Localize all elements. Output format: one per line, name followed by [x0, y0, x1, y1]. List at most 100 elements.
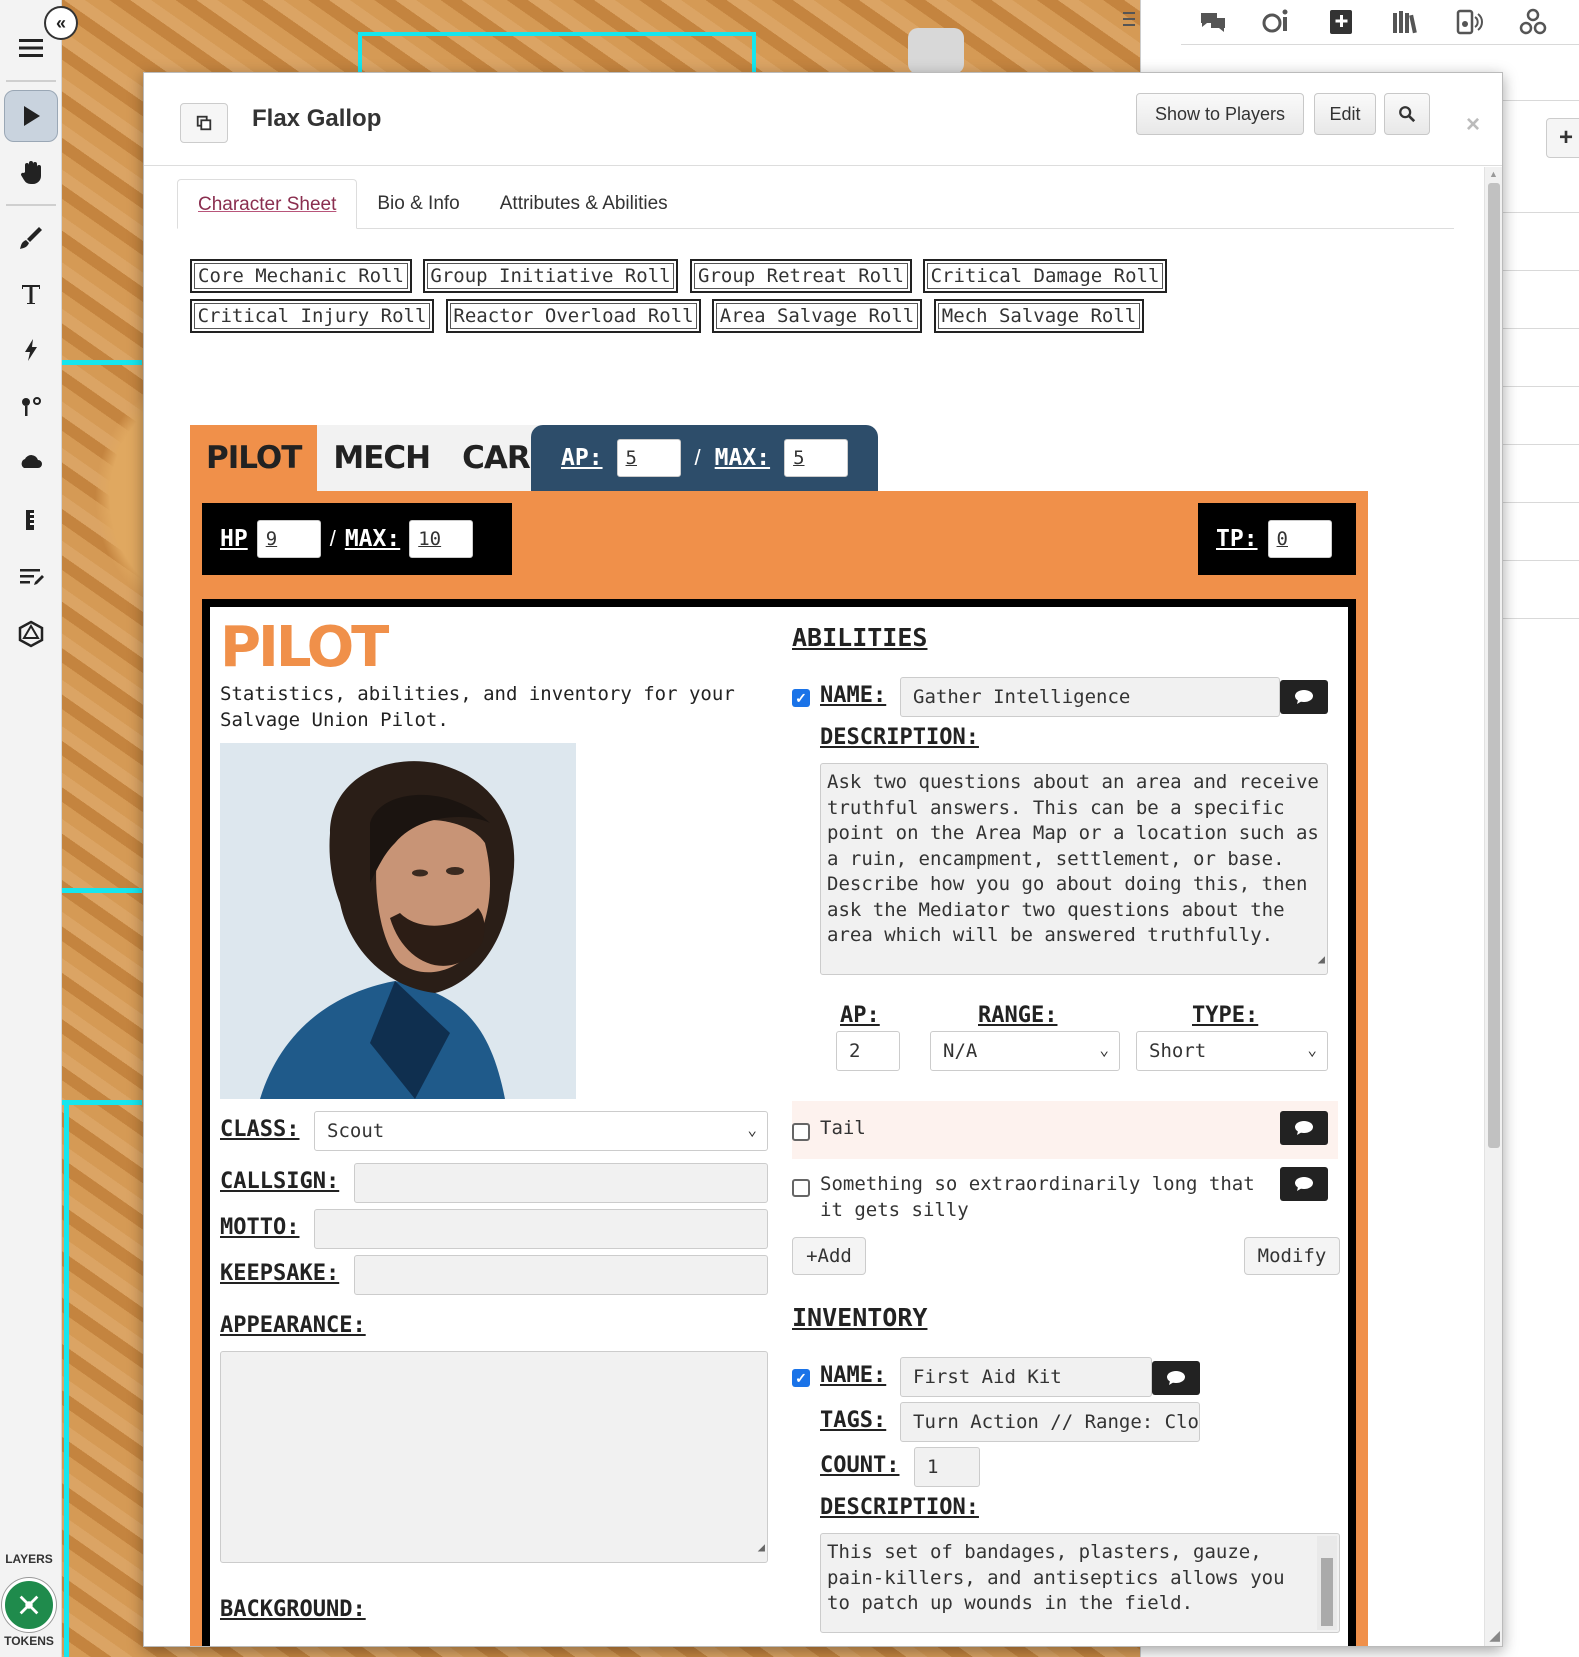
- tokens-label: TOKENS: [4, 1634, 54, 1648]
- dialog-header[interactable]: Flax Gallop Show to Players Edit ×: [144, 73, 1502, 166]
- map-token-outline: [62, 1100, 142, 1105]
- critical-damage-roll-button[interactable]: Critical Damage Roll: [923, 259, 1167, 293]
- map-token-icon[interactable]: [908, 28, 964, 74]
- resize-handle-icon[interactable]: ◢: [758, 1535, 765, 1561]
- dice-tray-icon[interactable]: [1516, 5, 1550, 39]
- popout-icon[interactable]: [180, 103, 228, 143]
- ability-chat-button[interactable]: [1280, 1167, 1328, 1201]
- ability-name-input[interactable]: Gather Intelligence: [900, 677, 1280, 717]
- tab-pilot[interactable]: PILOT: [190, 425, 318, 491]
- add-button[interactable]: +: [1546, 118, 1579, 158]
- modify-abilities-button[interactable]: Modify: [1244, 1237, 1340, 1275]
- inventory-count-input[interactable]: 1: [914, 1447, 980, 1487]
- inventory-count-label: COUNT:: [820, 1453, 900, 1478]
- dialog-resize-handle[interactable]: ◢: [1489, 1627, 1500, 1644]
- callsign-input[interactable]: [354, 1163, 768, 1203]
- ability-type-select[interactable]: Short ⌄: [1136, 1031, 1328, 1071]
- tp-label[interactable]: TP:: [1216, 526, 1258, 552]
- search-icon[interactable]: [1384, 93, 1430, 135]
- callsign-label: CALLSIGN:: [220, 1169, 340, 1194]
- lightning-icon[interactable]: [4, 324, 58, 376]
- textarea-scrollbar[interactable]: [1317, 1536, 1337, 1630]
- appearance-textarea[interactable]: ◢: [220, 1351, 768, 1563]
- dialog-scrollbar[interactable]: ▲: [1484, 167, 1502, 1646]
- dice-icon[interactable]: [4, 608, 58, 660]
- notes-icon[interactable]: [4, 550, 58, 602]
- tab-character-sheet[interactable]: Character Sheet: [177, 179, 358, 229]
- hp-max-label: MAX:: [344, 526, 401, 552]
- brush-icon[interactable]: [4, 212, 58, 264]
- background-label: BACKGROUND:: [220, 1597, 366, 1622]
- hp-max-input[interactable]: 10: [409, 520, 474, 558]
- ability-name: Tail: [820, 1117, 866, 1139]
- ability-name: Something so extraordinarily long that i…: [820, 1173, 1255, 1221]
- group-initiative-roll-button[interactable]: Group Initiative Roll: [423, 259, 678, 293]
- class-select[interactable]: Scout ⌄: [314, 1111, 768, 1151]
- ability-chat-button[interactable]: [1280, 1111, 1328, 1145]
- map-token-outline: [64, 1100, 69, 1657]
- inventory-description-textarea[interactable]: This set of bandages, plasters, gauze, p…: [820, 1533, 1340, 1633]
- motto-input[interactable]: [314, 1209, 768, 1249]
- chevron-down-icon: ⌄: [1099, 1040, 1109, 1059]
- inventory-chat-button[interactable]: [1152, 1361, 1200, 1395]
- speech-bubble-icon: [1167, 1371, 1185, 1385]
- pilot-portrait[interactable]: [220, 743, 576, 1099]
- group-retreat-roll-button[interactable]: Group Retreat Roll: [690, 259, 912, 293]
- ability-row-tail[interactable]: [792, 1101, 1338, 1159]
- ability-ap-label: AP:: [840, 1003, 880, 1028]
- roll-icon[interactable]: [1260, 5, 1294, 39]
- weather-icon[interactable]: [4, 436, 58, 488]
- dialog-title: Flax Gallop: [252, 105, 382, 132]
- tab-bio-info[interactable]: Bio & Info: [357, 179, 479, 229]
- ability-checkbox[interactable]: ✓: [792, 689, 810, 707]
- text-icon[interactable]: [4, 268, 58, 320]
- tp-input[interactable]: 0: [1267, 520, 1332, 558]
- ability-chat-button[interactable]: [1280, 680, 1328, 714]
- mech-salvage-roll-button[interactable]: Mech Salvage Roll: [934, 299, 1144, 333]
- tab-mech[interactable]: MECH: [317, 425, 447, 491]
- ability-checkbox[interactable]: [792, 1123, 810, 1141]
- inventory-checkbox[interactable]: ✓: [792, 1369, 810, 1387]
- core-mechanic-roll-button[interactable]: Core Mechanic Roll: [190, 259, 412, 293]
- hp-input[interactable]: 9: [256, 520, 321, 558]
- ruler-icon[interactable]: [4, 494, 58, 546]
- chat-icon[interactable]: [1196, 5, 1230, 39]
- ability-name-label: NAME:: [820, 683, 887, 708]
- area-salvage-roll-button[interactable]: Area Salvage Roll: [712, 299, 922, 333]
- ability-checkbox[interactable]: [792, 1179, 810, 1197]
- add-ability-button[interactable]: +Add: [792, 1237, 866, 1275]
- show-to-players-button[interactable]: Show to Players: [1136, 93, 1304, 135]
- close-icon[interactable]: ×: [1466, 111, 1480, 139]
- inventory-heading: INVENTORY: [792, 1303, 928, 1332]
- panel-resize-grip[interactable]: [1122, 8, 1136, 32]
- critical-injury-roll-button[interactable]: Critical Injury Roll: [190, 299, 434, 333]
- inventory-description-label: DESCRIPTION:: [820, 1495, 979, 1520]
- ap-input[interactable]: 5: [616, 439, 681, 477]
- ability-description-textarea[interactable]: Ask two questions about an area and rece…: [820, 763, 1328, 975]
- audio-icon[interactable]: [1452, 5, 1486, 39]
- keepsake-input[interactable]: [354, 1255, 768, 1295]
- hp-label[interactable]: HP: [220, 526, 248, 552]
- collapse-toolbar-icon[interactable]: «: [44, 6, 78, 40]
- inventory-tags-input[interactable]: Turn Action // Range: Clos: [900, 1402, 1200, 1442]
- reactor-overload-roll-button[interactable]: Reactor Overload Roll: [446, 299, 701, 333]
- select-icon[interactable]: [4, 90, 58, 142]
- ability-range-select[interactable]: N/A ⌄: [930, 1031, 1120, 1071]
- ap-label[interactable]: AP:: [561, 445, 603, 471]
- keepsake-label: KEEPSAKE:: [220, 1261, 340, 1286]
- resize-handle-icon[interactable]: ◢: [1318, 947, 1325, 973]
- pilot-heading: PILOT: [220, 615, 389, 680]
- pan-icon[interactable]: [4, 146, 58, 198]
- journal-icon[interactable]: [1324, 5, 1358, 39]
- speech-bubble-icon: [1295, 1121, 1313, 1135]
- ap-max-input[interactable]: 5: [784, 439, 849, 477]
- tokens-layer-button[interactable]: [2, 1578, 56, 1632]
- tab-attributes-abilities[interactable]: Attributes & Abilities: [480, 179, 688, 229]
- library-icon[interactable]: [1388, 5, 1422, 39]
- ability-ap-input[interactable]: 2: [836, 1031, 900, 1071]
- fog-icon[interactable]: [4, 380, 58, 432]
- speech-bubble-icon: [1295, 690, 1313, 704]
- pilot-sheet: PILOT Statistics, abilities, and invento…: [202, 599, 1356, 1646]
- edit-button[interactable]: Edit: [1314, 93, 1376, 135]
- inventory-name-input[interactable]: First Aid Kit: [900, 1357, 1152, 1397]
